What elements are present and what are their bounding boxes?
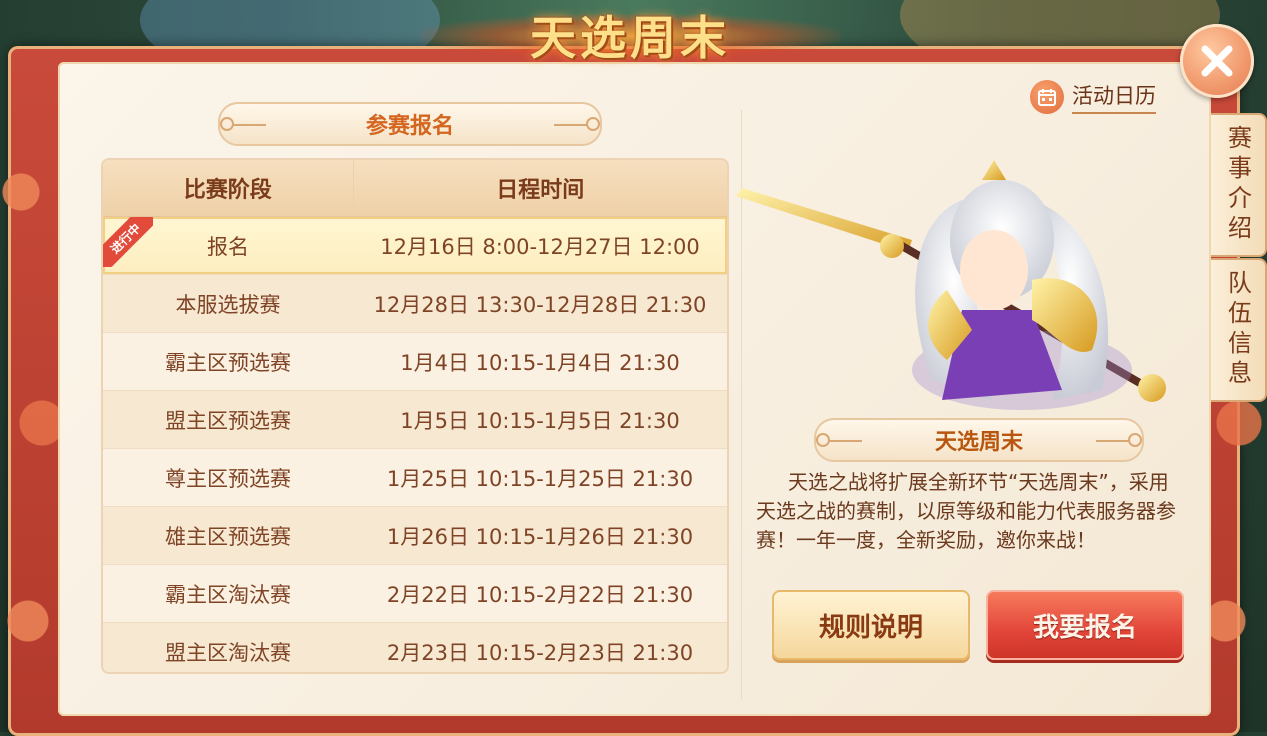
- schedule-table: 比赛阶段 日程时间 进行中 报名 12月16日 8:00-12月27日 12:0…: [101, 158, 729, 674]
- ribbon-ornament: [586, 117, 600, 131]
- ribbon-ornament: [220, 117, 234, 131]
- row-time: 1月4日 10:15-1月4日 21:30: [400, 350, 680, 375]
- signup-button[interactable]: 我要报名: [986, 590, 1184, 660]
- row-stage: 霸主区预选赛: [165, 350, 291, 375]
- activity-calendar-link[interactable]: 活动日历: [1030, 80, 1156, 114]
- table-row: 进行中 报名 12月16日 8:00-12月27日 12:00: [103, 217, 727, 275]
- tab-team-info[interactable]: 队伍信息: [1211, 258, 1267, 402]
- table-row: 霸主区淘汰赛 2月22日 10:15-2月22日 21:30: [103, 565, 727, 623]
- ribbon-ornament: [816, 433, 830, 447]
- row-time: 1月25日 10:15-1月25日 21:30: [386, 466, 694, 491]
- calendar-label: 活动日历: [1072, 80, 1156, 114]
- ribbon-ornament: [1128, 433, 1142, 447]
- row-stage: 雄主区预选赛: [165, 524, 291, 549]
- column-header-time: 日程时间: [352, 160, 727, 216]
- table-row: 雄主区预选赛 1月26日 10:15-1月26日 21:30: [103, 507, 727, 565]
- row-time: 1月26日 10:15-1月26日 21:30: [386, 524, 694, 549]
- row-time: 1月5日 10:15-1月5日 21:30: [400, 408, 680, 433]
- table-body: 进行中 报名 12月16日 8:00-12月27日 12:00 本服选拔赛 12…: [103, 217, 727, 672]
- table-row: 盟主区预选赛 1月5日 10:15-1月5日 21:30: [103, 391, 727, 449]
- table-row: 霸主区预选赛 1月4日 10:15-1月4日 21:30: [103, 333, 727, 391]
- active-badge: 进行中: [103, 217, 153, 267]
- event-title: 天选周末: [934, 430, 1023, 455]
- table-header: 比赛阶段 日程时间: [103, 160, 727, 217]
- section-title: 参赛报名: [365, 114, 454, 139]
- close-icon: [1201, 45, 1233, 77]
- row-time: 2月22日 10:15-2月22日 21:30: [386, 582, 694, 607]
- row-stage: 霸主区淘汰赛: [165, 582, 291, 607]
- table-row: 尊主区预选赛 1月25日 10:15-1月25日 21:30: [103, 449, 727, 507]
- row-stage: 尊主区预选赛: [165, 466, 291, 491]
- row-time: 2月23日 10:15-2月23日 21:30: [386, 640, 694, 665]
- dialog-title: 天选周末: [400, 0, 860, 70]
- column-header-stage: 比赛阶段: [183, 178, 272, 203]
- tab-event-intro[interactable]: 赛事介绍: [1211, 113, 1267, 257]
- calendar-icon: [1030, 80, 1064, 114]
- row-stage: 盟主区预选赛: [165, 408, 291, 433]
- row-stage: 本服选拔赛: [175, 292, 281, 317]
- active-badge-label: 进行中: [103, 217, 153, 267]
- title-text: 天选周末: [530, 11, 730, 65]
- section-header-signup: 参赛报名: [218, 102, 602, 146]
- close-button[interactable]: [1180, 24, 1254, 98]
- table-row: 本服选拔赛 12月28日 13:30-12月28日 21:30: [103, 275, 727, 333]
- row-time: 12月28日 13:30-12月28日 21:30: [373, 292, 707, 317]
- row-stage: 盟主区淘汰赛: [165, 640, 291, 665]
- event-description: 天选之战将扩展全新环节“天选周末”，采用天选之战的赛制，以原等级和能力代表服务器…: [756, 470, 1176, 552]
- section-header-weekend: 天选周末: [814, 418, 1144, 462]
- table-row: 盟主区淘汰赛 2月23日 10:15-2月23日 21:30: [103, 623, 727, 672]
- hero-character-illustration: [736, 160, 1166, 410]
- rules-button[interactable]: 规则说明: [772, 590, 970, 660]
- row-time: 12月16日 8:00-12月27日 12:00: [380, 234, 700, 259]
